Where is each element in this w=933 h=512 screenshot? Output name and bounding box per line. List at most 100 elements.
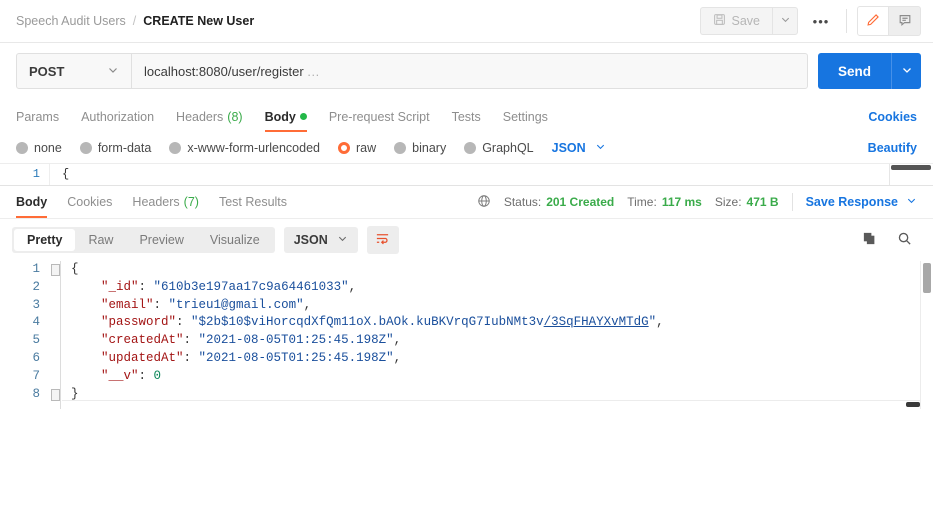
tab-pre-request-script[interactable]: Pre-request Script — [329, 101, 430, 132]
response-view-visualize[interactable]: Visualize — [197, 229, 273, 251]
word-wrap-button[interactable] — [366, 226, 399, 254]
cookies-link[interactable]: Cookies — [868, 110, 917, 124]
response-tab-test-results[interactable]: Test Results — [219, 187, 287, 218]
body-type-none[interactable]: none — [16, 141, 62, 155]
json-key: "_id" — [101, 279, 139, 294]
tab-authorization[interactable]: Authorization — [81, 101, 154, 132]
body-format-select[interactable]: JSON — [552, 141, 606, 155]
tab-params[interactable]: Params — [16, 101, 59, 132]
ellipsis-icon: ••• — [812, 13, 830, 29]
fold-marker-open[interactable] — [51, 264, 60, 276]
json-comma: , — [656, 315, 664, 330]
body-type-binary[interactable]: binary — [394, 141, 446, 155]
response-vertical-scrollbar[interactable] — [920, 261, 933, 409]
radio-icon — [394, 141, 407, 154]
save-response-button[interactable]: Save Response — [806, 195, 917, 209]
copy-response-button[interactable] — [856, 227, 882, 253]
tab-tests[interactable]: Tests — [452, 101, 481, 132]
json-key: "email" — [101, 297, 154, 312]
scrollbar-thumb[interactable] — [923, 263, 931, 293]
toolbar-divider — [846, 9, 847, 33]
scrollbar-thumb[interactable] — [906, 402, 920, 407]
code-fold-rail[interactable] — [50, 261, 61, 409]
copy-icon — [862, 231, 877, 249]
edit-mode-button[interactable] — [857, 6, 889, 36]
response-tab-body[interactable]: Body — [16, 187, 48, 218]
http-method-select[interactable]: POST — [17, 54, 132, 88]
chevron-down-icon — [906, 195, 917, 209]
body-type-urlencoded[interactable]: x-www-form-urlencoded — [169, 141, 320, 155]
body-type-form-data[interactable]: form-data — [79, 141, 151, 155]
status-label: Status: — [503, 195, 542, 209]
response-view-pretty[interactable]: Pretty — [14, 229, 76, 251]
request-body-editor[interactable]: 1 { — [0, 164, 933, 186]
radio-icon — [79, 141, 92, 154]
tab-label: Body — [16, 195, 48, 209]
tab-body[interactable]: Body — [264, 101, 308, 132]
response-view-preview[interactable]: Preview — [126, 229, 196, 251]
beautify-link[interactable]: Beautify — [868, 141, 917, 155]
breadcrumb-current-request: CREATE New User — [143, 14, 255, 28]
json-colon: : — [176, 315, 192, 330]
send-button[interactable]: Send — [817, 53, 891, 89]
code-line: "createdAt": "2021-08-05T01:25:45.198Z", — [71, 332, 933, 350]
response-tab-cookies[interactable]: Cookies — [67, 187, 112, 218]
search-response-button[interactable] — [891, 227, 917, 253]
pencil-icon — [866, 13, 880, 30]
save-options-caret[interactable] — [772, 7, 798, 35]
request-editor-scrollbar[interactable] — [889, 164, 933, 185]
body-type-raw[interactable]: raw — [338, 141, 376, 155]
scrollbar-thumb[interactable] — [891, 165, 931, 170]
tab-label: Params — [16, 109, 60, 124]
time-label: Time: — [627, 195, 657, 209]
json-colon: : — [183, 333, 199, 348]
json-value-link[interactable]: /3SqFHAYXvMTdG — [544, 315, 649, 329]
save-button[interactable]: Save — [699, 7, 772, 35]
floppy-disk-icon — [713, 13, 726, 29]
radio-icon — [16, 141, 28, 154]
line-number: 1 — [32, 262, 40, 276]
comments-button[interactable] — [889, 6, 921, 36]
meta-divider — [791, 193, 793, 211]
breadcrumb-separator: / — [132, 14, 137, 28]
breadcrumb-collection[interactable]: Speech Audit Users — [16, 14, 126, 28]
url-row: POST localhost:8080/user/register … Send — [0, 43, 933, 101]
tab-label: Test Results — [218, 195, 288, 209]
size-label: Size: — [714, 195, 742, 209]
body-has-content-dot-icon — [299, 113, 307, 120]
tab-headers-count: (8) — [227, 109, 243, 124]
save-button-label: Save — [731, 14, 761, 28]
chevron-down-icon — [595, 141, 606, 155]
send-options-caret[interactable] — [891, 53, 921, 89]
fold-marker-close[interactable] — [51, 389, 60, 401]
more-actions-button[interactable]: ••• — [806, 7, 836, 35]
json-key: "createdAt" — [101, 333, 184, 348]
response-tab-headers[interactable]: Headers (7) — [132, 187, 199, 218]
tab-headers[interactable]: Headers (8) — [176, 101, 243, 132]
body-type-row: none form-data x-www-form-urlencoded raw… — [0, 132, 933, 164]
comment-icon — [898, 13, 912, 30]
response-format-select[interactable]: JSON — [283, 227, 358, 253]
response-json-content[interactable]: { "_id": "610b3e197aa17c9a64461033", "em… — [61, 261, 933, 409]
status-value: 201 Created — [546, 195, 615, 209]
body-type-label: x-www-form-urlencoded — [187, 140, 320, 155]
response-format-value: JSON — [293, 233, 328, 247]
tab-label: Body — [264, 109, 296, 124]
tab-label: Tests — [451, 109, 481, 124]
response-tabs-row: Body Cookies Headers (7) Test Results St… — [0, 186, 933, 219]
response-body-viewer[interactable]: 1 2 3 4 5 6 7 8 { "_id": "610b3e197aa17c… — [0, 261, 933, 409]
json-value: "610b3e197aa17c9a64461033" — [153, 279, 349, 294]
response-horizontal-scrollbar[interactable] — [62, 400, 920, 409]
body-type-graphql[interactable]: GraphQL — [464, 141, 534, 155]
tab-settings[interactable]: Settings — [503, 101, 548, 132]
tab-label: Headers — [176, 109, 224, 124]
url-input[interactable]: localhost:8080/user/register … — [132, 54, 807, 88]
save-response-label: Save Response — [805, 195, 898, 209]
chevron-down-icon — [780, 14, 791, 28]
request-editor-content[interactable]: { — [50, 164, 933, 185]
json-colon: : — [183, 350, 199, 365]
tab-label: Pre-request Script — [328, 109, 430, 124]
radio-icon — [169, 141, 182, 154]
response-view-raw[interactable]: Raw — [75, 229, 126, 251]
json-value: "2021-08-05T01:25:45.198Z" — [198, 333, 394, 348]
